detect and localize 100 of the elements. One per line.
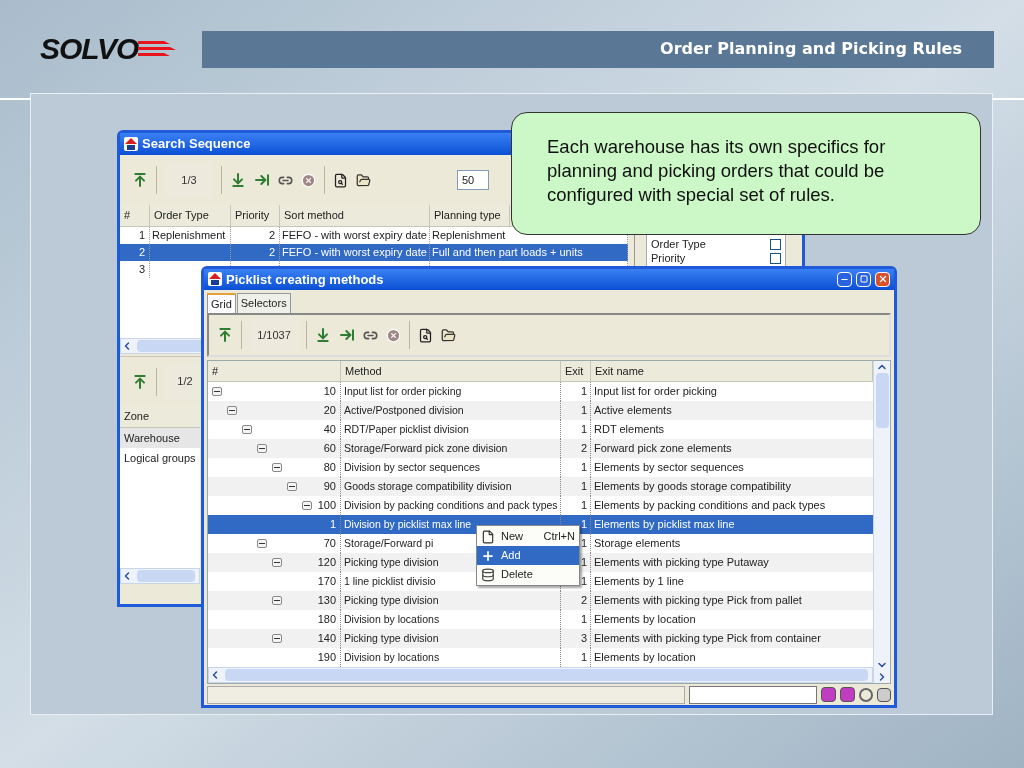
table-cell-text: 60: [323, 441, 336, 457]
tree-toggle[interactable]: [257, 539, 267, 549]
top-icon[interactable]: [132, 373, 148, 390]
table-cell-text: 1: [580, 498, 587, 514]
table-cell-text: FEFO - with worst expiry date: [282, 228, 427, 244]
table-cell-text: RDT elements: [594, 422, 665, 438]
record-counter: 1/3: [165, 162, 213, 198]
tree-toggle[interactable]: [272, 463, 282, 473]
tab[interactable]: Grid: [207, 293, 236, 313]
table-cell-text: Elements by location: [594, 612, 696, 628]
tree-row[interactable]: 140 Picking type division 3 Elements with picking type Pick from container: [208, 629, 873, 649]
table-cell-text: Elements by goods storage compatibility: [594, 479, 791, 495]
vertical-scrollbar[interactable]: [873, 361, 890, 684]
table-cell-text: 3: [138, 262, 145, 278]
tree-toggle[interactable]: [287, 482, 297, 492]
tree-toggle[interactable]: [302, 501, 312, 511]
table-row[interactable]: 1 Replenishment 2 FEFO - with worst expiry date Replenishment: [120, 227, 628, 244]
table-cell-text: Division by picklist max line: [344, 516, 472, 532]
maximize-icon: [859, 275, 868, 284]
tree-row[interactable]: 130 Picking type division 2 Elements with picking type Pick from pallet: [208, 591, 873, 611]
table-cell-text: 1 line picklist divisio: [344, 573, 436, 589]
table-cell-text: Input list for order picking: [344, 383, 462, 399]
top-icon[interactable]: [132, 172, 148, 188]
folder-icon[interactable]: [356, 172, 371, 188]
window-title: Picklist creating methods: [226, 270, 385, 289]
horizontal-scrollbar[interactable]: [208, 667, 873, 684]
table-cell-text: 1: [580, 403, 587, 419]
table-cell-text: 10: [323, 384, 336, 400]
table-cell-text: 1: [580, 517, 587, 533]
close-button[interactable]: [875, 272, 890, 287]
scroll-thumb[interactable]: [137, 570, 195, 582]
table-cell-text: Elements with picking type Pick from container: [594, 631, 821, 647]
plus-icon: [481, 548, 495, 563]
jump-icon[interactable]: [339, 327, 355, 343]
tree-row[interactable]: 20 Active/Postponed division 1 Active elements: [208, 401, 873, 421]
download-icon[interactable]: [315, 327, 331, 343]
table-cell-text: RDT/Paper picklist division: [344, 421, 469, 437]
tree-toggle[interactable]: [272, 558, 282, 568]
scroll-thumb[interactable]: [225, 669, 868, 682]
table-cell-text: 2: [580, 441, 587, 457]
tree-toggle[interactable]: [212, 387, 222, 397]
table-cell-text: Picking type division: [344, 592, 439, 608]
tree-toggle[interactable]: [272, 596, 282, 606]
table-cell-text: Replenishment: [152, 228, 226, 244]
horizontal-scrollbar[interactable]: [120, 568, 200, 584]
table-cell-text: Forward pick zone elements: [594, 441, 732, 457]
top-icon[interactable]: [217, 327, 233, 343]
tree-toggle[interactable]: [257, 444, 267, 454]
table-cell-text: Input list for order picking: [594, 384, 717, 400]
status-field[interactable]: [689, 685, 817, 704]
table-cell-text: Division by locations: [344, 649, 440, 665]
list-item[interactable]: Warehouse: [120, 428, 200, 448]
column-header[interactable]: #: [120, 205, 150, 226]
table-cell-text: 1: [580, 555, 587, 571]
table-cell-text: Replenishment: [432, 228, 506, 244]
jump-icon[interactable]: [254, 172, 270, 188]
tab[interactable]: Selectors: [236, 293, 291, 313]
download-icon[interactable]: [230, 172, 246, 188]
count-field[interactable]: 50: [457, 170, 489, 190]
table-row[interactable]: 2 2 FEFO - with worst expiry date Full and then part loads + units: [120, 244, 628, 261]
table-cell-text: 130: [317, 593, 336, 609]
table-cell-text: 1: [580, 384, 587, 400]
folder-icon[interactable]: [441, 327, 456, 343]
checkbox[interactable]: [770, 252, 781, 264]
tree-row[interactable]: 60 Storage/Forward pick zone division 2 Forward pick zone elements: [208, 439, 873, 459]
search-icon[interactable]: [333, 172, 348, 188]
field-label: Priority: [651, 252, 686, 264]
scroll-thumb[interactable]: [875, 373, 889, 429]
column-header[interactable]: Order Type: [150, 205, 231, 226]
table-cell-text: 2: [268, 245, 275, 261]
minimize-button[interactable]: [837, 272, 852, 287]
table-cell-text: 80: [323, 460, 336, 476]
column-header[interactable]: Exit: [561, 361, 591, 382]
table-cell-text: FEFO - with worst expiry date: [282, 245, 427, 261]
tree-toggle[interactable]: [272, 634, 282, 644]
column-header[interactable]: Priority: [231, 205, 280, 226]
maximize-button[interactable]: [856, 272, 871, 287]
table-cell-text: 140: [317, 631, 336, 647]
list-item[interactable]: Logical groups: [120, 448, 200, 468]
table-cell-text: Storage elements: [594, 536, 681, 552]
cancel-icon[interactable]: [386, 327, 401, 343]
field-label: Order Type: [651, 238, 706, 250]
column-header[interactable]: #: [208, 361, 341, 382]
search-icon[interactable]: [418, 327, 433, 343]
column-header[interactable]: Sort method: [280, 205, 430, 226]
table-cell-text: 70: [323, 536, 336, 552]
table-cell-text: 1: [580, 460, 587, 476]
table-cell-text: 190: [317, 650, 336, 666]
tree-row[interactable]: 90 Goods storage compatibility division 1 Elements by goods storage compatibility: [208, 477, 873, 497]
tree-toggle[interactable]: [242, 425, 252, 435]
cancel-icon[interactable]: [301, 172, 316, 188]
logo-text: SOLVO: [40, 34, 139, 64]
column-header[interactable]: Method: [341, 361, 561, 382]
app-icon: [208, 272, 222, 287]
menu-item[interactable]: Add: [477, 546, 579, 565]
column-header[interactable]: Planning type: [430, 205, 510, 226]
tree-toggle[interactable]: [227, 406, 237, 416]
table-cell-text: Division by sector sequences: [344, 459, 480, 475]
table-cell-text: 120: [317, 555, 336, 571]
checkbox[interactable]: [770, 238, 781, 250]
